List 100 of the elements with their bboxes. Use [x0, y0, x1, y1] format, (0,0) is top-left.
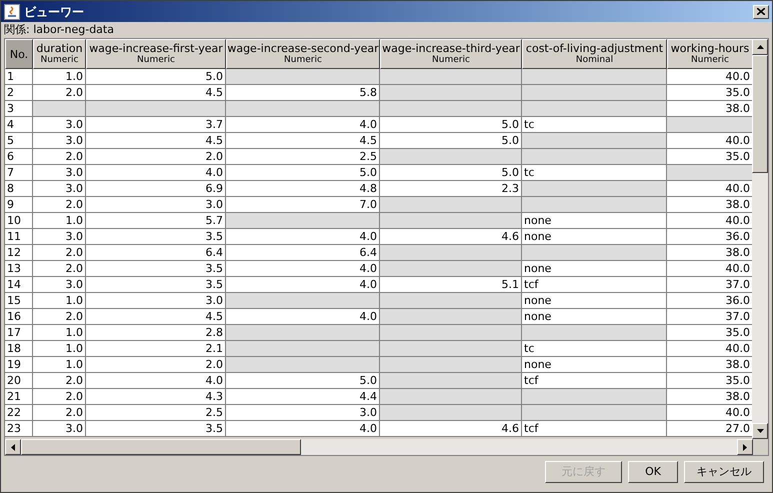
table-cell: 2.3 — [380, 181, 522, 197]
scroll-left-button[interactable] — [5, 439, 21, 455]
table-cell: 35.0 — [667, 373, 752, 389]
row-number: 4 — [5, 117, 33, 133]
horizontal-scrollbar[interactable] — [5, 439, 753, 455]
table-cell: 3.0 — [33, 421, 86, 437]
table-cell: 2.0 — [33, 373, 86, 389]
table-cell: 2.1 — [86, 341, 226, 357]
relation-label: 関係: labor-neg-data — [4, 24, 114, 35]
table-cell: 2.0 — [33, 85, 86, 101]
scroll-up-button[interactable] — [752, 39, 768, 55]
column-header[interactable]: wage-increase-second-year Numeric — [226, 39, 380, 69]
table-cell: 6.4 — [226, 245, 380, 261]
scroll-right-button[interactable] — [737, 439, 753, 455]
table-cell: none — [522, 261, 667, 277]
table-cell: 3.0 — [33, 277, 86, 293]
right-arrow-icon — [743, 444, 747, 450]
scroll-thumb[interactable] — [752, 55, 768, 173]
close-icon — [757, 8, 765, 15]
column-header[interactable]: duration Numeric — [33, 39, 86, 69]
window-title: ビューワー — [24, 4, 84, 20]
row-number: 20 — [5, 373, 33, 389]
table-cell: 2.0 — [86, 149, 226, 165]
table-cell: 4.0 — [86, 165, 226, 181]
table-cell: 4.6 — [380, 421, 522, 437]
table-cell: 1.0 — [33, 341, 86, 357]
table-cell: none — [522, 357, 667, 373]
dialog-button[interactable]: キャンセル — [684, 461, 764, 483]
column-name: cost-of-living-adjustment — [526, 42, 664, 55]
table-cell: 3.0 — [33, 229, 86, 245]
row-number: 15 — [5, 293, 33, 309]
table-cell: 4.5 — [226, 133, 380, 149]
column-header[interactable]: wage-increase-first-year Numeric — [86, 39, 226, 69]
table-cell: 35.0 — [667, 325, 752, 341]
table-cell: tc — [522, 341, 667, 357]
table-cell: 3.0 — [33, 133, 86, 149]
table-cell: none — [522, 293, 667, 309]
table-cell: 5.0 — [86, 69, 226, 85]
column-header[interactable]: No. — [5, 39, 33, 69]
table-cell: 3.5 — [86, 421, 226, 437]
table-cell: 2.0 — [33, 261, 86, 277]
column-type: Numeric — [40, 55, 78, 66]
table-cell: 6.9 — [86, 181, 226, 197]
table-cell: 1.0 — [33, 213, 86, 229]
row-number: 5 — [5, 133, 33, 149]
column-header[interactable]: wage-increase-third-year Numeric — [380, 39, 522, 69]
row-number: 2 — [5, 85, 33, 101]
table-cell: 4.3 — [86, 389, 226, 405]
row-number: 17 — [5, 325, 33, 341]
vertical-scrollbar[interactable] — [752, 39, 768, 439]
table-cell: none — [522, 213, 667, 229]
row-number: 19 — [5, 357, 33, 373]
table-cell: 5.0 — [380, 133, 522, 149]
table-cell: 2.0 — [33, 149, 86, 165]
table-cell: 3.5 — [86, 229, 226, 245]
table-cell: 4.0 — [226, 309, 380, 325]
table-cell: 6.4 — [86, 245, 226, 261]
table-cell: 3.7 — [86, 117, 226, 133]
down-arrow-icon — [756, 429, 764, 433]
table-cell: 3.5 — [86, 261, 226, 277]
column-name: wage-increase-first-year — [89, 42, 223, 55]
table-cell: 38.0 — [667, 245, 752, 261]
table-cell: 5.8 — [226, 85, 380, 101]
table-cell: none — [522, 229, 667, 245]
table-cell: 36.0 — [667, 293, 752, 309]
column-name: duration — [36, 42, 83, 55]
table-cell: 3.0 — [33, 165, 86, 181]
column-header[interactable]: cost-of-living-adjustment Nominal — [522, 39, 667, 69]
table-cell: 4.0 — [86, 373, 226, 389]
table-cell: 40.0 — [667, 181, 752, 197]
table-cell: 5.7 — [86, 213, 226, 229]
table-cell: tcf — [522, 373, 667, 389]
table-cell: 3.0 — [33, 117, 86, 133]
scroll-down-button[interactable] — [752, 423, 768, 439]
table-cell: 4.4 — [226, 389, 380, 405]
table-cell: 7.0 — [226, 197, 380, 213]
table-cell: 40.0 — [667, 341, 752, 357]
close-button[interactable] — [753, 4, 769, 18]
column-header[interactable]: working-hours Numeric — [667, 39, 752, 69]
table-cell: 3.0 — [226, 405, 380, 421]
table-cell: tc — [522, 117, 667, 133]
table-cell: 40.0 — [667, 69, 752, 85]
table-cell: 5.1 — [380, 277, 522, 293]
scroll-thumb[interactable] — [21, 439, 301, 455]
column-name: No. — [10, 48, 28, 60]
column-type: Numeric — [691, 55, 729, 66]
column-name: wage-increase-third-year — [382, 42, 520, 55]
table-cell: 37.0 — [667, 309, 752, 325]
table-cell: 27.0 — [667, 421, 752, 437]
table-cell: 35.0 — [667, 85, 752, 101]
dialog-button[interactable]: OK — [628, 461, 678, 483]
table-cell: 2.0 — [33, 389, 86, 405]
table-cell: 2.0 — [86, 357, 226, 373]
table-cell: 4.6 — [380, 229, 522, 245]
column-type: Numeric — [284, 55, 322, 66]
table-cell: 3.0 — [33, 181, 86, 197]
table-cell: 5.0 — [226, 165, 380, 181]
table-cell: tc — [522, 165, 667, 181]
row-number: 1 — [5, 69, 33, 85]
row-number: 14 — [5, 277, 33, 293]
